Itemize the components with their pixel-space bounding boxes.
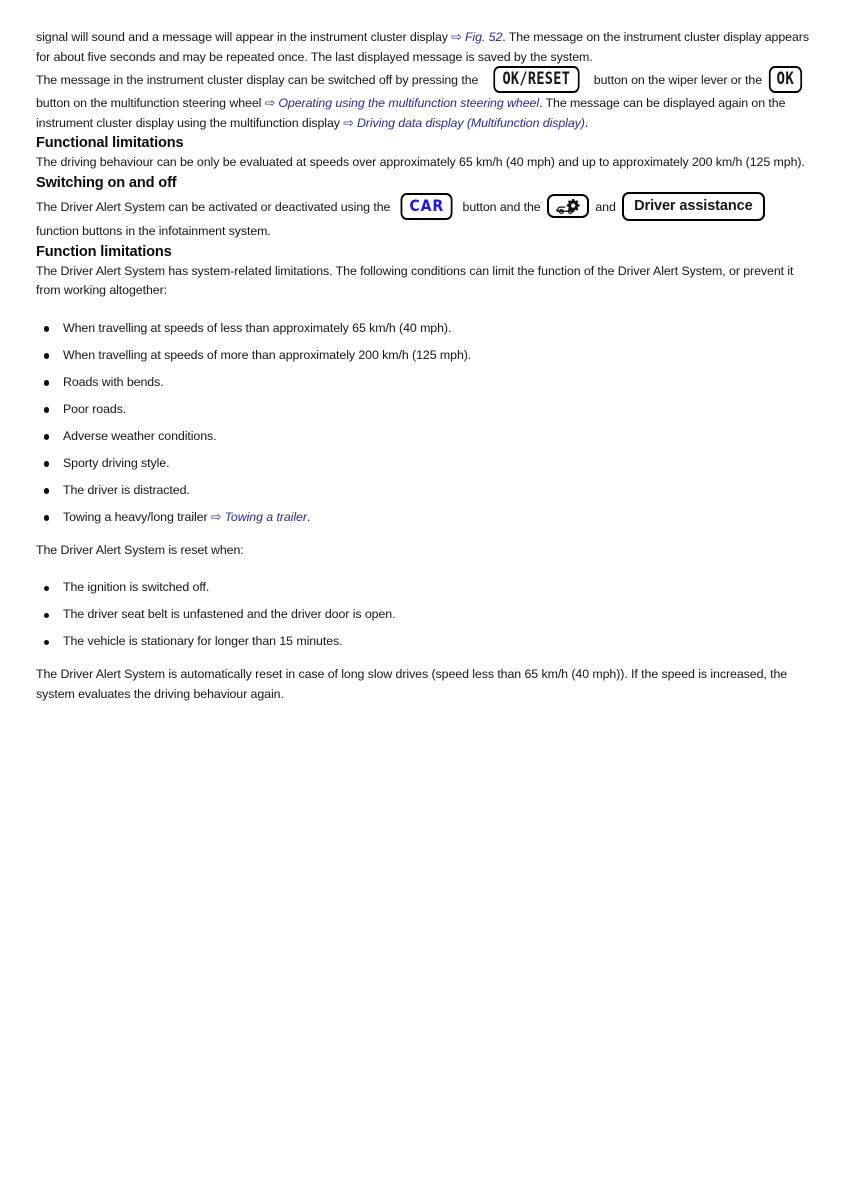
list-item-with-link: Towing a heavy/long trailer ⇨ Towing a t… <box>36 508 812 528</box>
list-item-tail: . <box>306 509 311 524</box>
switching-text-b: button and the <box>459 199 544 214</box>
switch-off-paragraph: The message in the instrument cluster di… <box>36 66 812 133</box>
list-item: Sporty driving style. <box>36 454 812 474</box>
link-operating-multifunction-steering-wheel[interactable]: Operating using the multifunction steeri… <box>278 96 539 110</box>
list-item: Adverse weather conditions. <box>36 427 812 447</box>
page-content: signal will sound and a message will app… <box>36 28 812 704</box>
list-item: When travelling at speeds of more than a… <box>36 346 812 366</box>
closing-paragraph: The Driver Alert System is automatically… <box>36 667 788 701</box>
link-driving-data-display[interactable]: Driving data display (Multifunction disp… <box>357 116 585 130</box>
reset-intro-paragraph: The Driver Alert System is reset when: <box>36 542 244 557</box>
link-fig-52[interactable]: Fig. 52 <box>465 30 502 44</box>
heading-function-limitations: Function limitations <box>36 243 172 260</box>
list-item: The ignition is switched off. <box>36 578 812 598</box>
reference-arrow-icon: ⇨ <box>451 30 465 44</box>
list-item-text: Towing a heavy/long trailer <box>63 509 211 524</box>
reset-conditions-list: The ignition is switched off. The driver… <box>36 578 812 652</box>
list-item: The driver seat belt is unfastened and t… <box>36 605 812 625</box>
switching-text-c: and <box>591 199 620 214</box>
heading-functional-limitations: Functional limitations <box>36 135 184 152</box>
switch-off-text-c: button on the multifunction steering whe… <box>36 96 265 111</box>
functional-limitations-body: The driving behaviour can be only be eva… <box>36 155 805 170</box>
switching-body: The Driver Alert System can be activated… <box>36 191 812 242</box>
function-limitations-list: When travelling at speeds of less than a… <box>36 319 812 527</box>
ok-button-graphic[interactable]: OK <box>769 66 803 94</box>
list-item: Roads with bends. <box>36 373 812 393</box>
list-item: When travelling at speeds of less than a… <box>36 319 812 339</box>
intro-paragraph: signal will sound and a message will app… <box>36 28 812 67</box>
intro-text-a: signal will sound and a message will app… <box>36 30 452 44</box>
manual-page: signal will sound and a message will app… <box>0 0 848 1200</box>
car-gear-icon <box>555 198 581 215</box>
vehicle-settings-button-graphic[interactable] <box>546 194 589 219</box>
link-towing-a-trailer[interactable]: Towing a trailer <box>225 510 307 524</box>
switching-text-a: The Driver Alert System can be activated… <box>36 199 394 214</box>
list-item: The driver is distracted. <box>36 481 812 501</box>
switch-off-text-a: The message in the instrument cluster di… <box>36 72 482 87</box>
switching-text-d: function buttons in the infotainment sys… <box>36 223 271 238</box>
driver-assistance-button-graphic[interactable]: Driver assistance <box>622 191 765 221</box>
heading-switching-on-and-off: Switching on and off <box>36 174 177 191</box>
ok-reset-button-graphic[interactable]: OK/RESET <box>493 66 579 94</box>
car-button-graphic[interactable]: CAR <box>400 192 453 220</box>
reference-arrow-icon: ⇨ <box>264 96 279 111</box>
switch-off-text-e: . <box>584 115 589 130</box>
reference-arrow-icon: ⇨ <box>343 115 357 130</box>
switch-off-text-b: button on the wiper lever or the <box>590 72 766 87</box>
list-item: The vehicle is stationary for longer tha… <box>36 632 812 652</box>
function-limitations-intro: The Driver Alert System has system-relat… <box>36 263 794 298</box>
list-item: Poor roads. <box>36 400 812 420</box>
reference-arrow-icon: ⇨ <box>210 509 225 524</box>
